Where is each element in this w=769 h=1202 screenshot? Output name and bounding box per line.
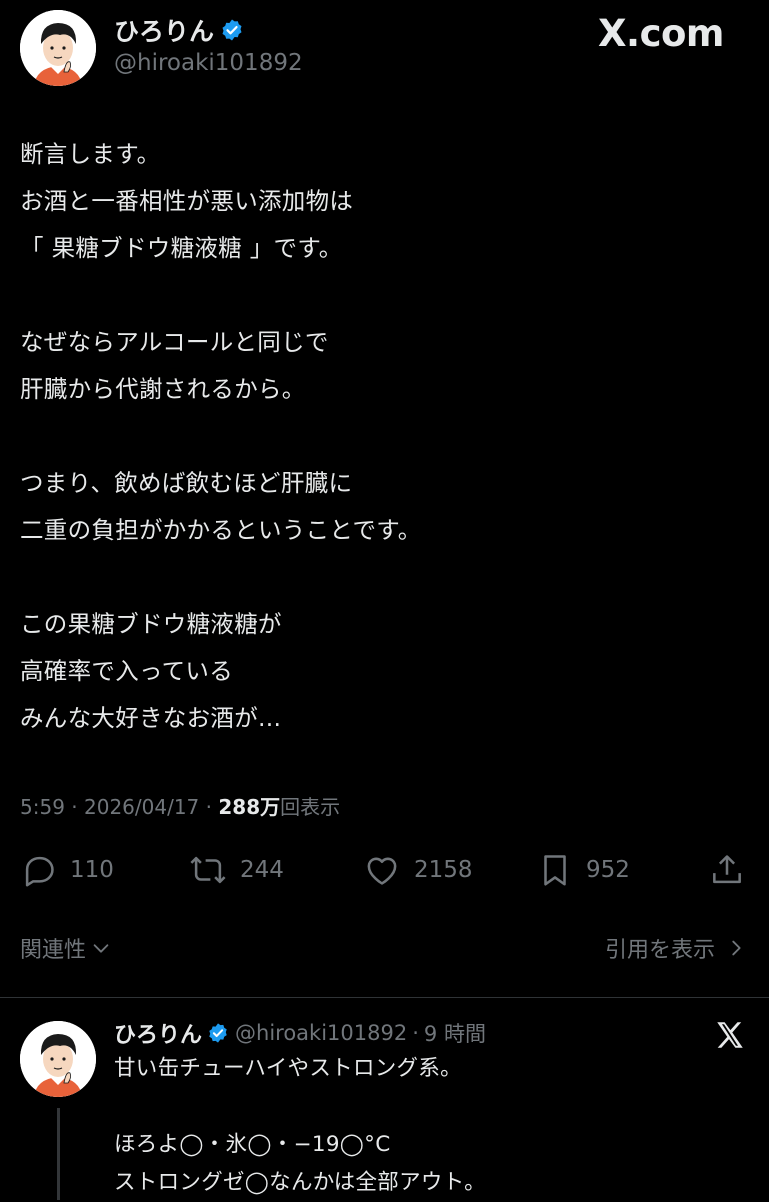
bookmark-count: 952 <box>586 857 630 883</box>
reply-time[interactable]: 9 時間 <box>424 1018 486 1048</box>
tweet-line: つまり、飲めば飲むほど肝臓に <box>20 469 353 497</box>
tweet-line: この果糖ブドウ糖液糖が <box>20 610 282 638</box>
x-logo-icon <box>712 1018 748 1056</box>
repost-icon <box>190 856 226 884</box>
thread-line <box>57 1108 60 1200</box>
like-icon <box>367 857 397 885</box>
like-count: 2158 <box>414 857 473 883</box>
tweet-line: ほろよ◯・氷◯・−19◯°C <box>114 1132 391 1157</box>
like-button[interactable]: 2158 <box>362 851 473 889</box>
views-label: 回表示 <box>280 795 341 819</box>
tweet-line: ストロングゼ◯なんかは全部アウト。 <box>114 1170 486 1195</box>
tweet-line: 断言します。 <box>20 140 161 168</box>
tweet-line: 高確率で入っている <box>20 657 234 685</box>
bookmark-icon <box>544 855 566 886</box>
tweet-line: みんな大好きなお酒が... <box>20 704 282 732</box>
tweet-line: 甘い缶チューハイやストロング系。 <box>114 1056 462 1081</box>
tweet-line: お酒と一番相性が悪い添加物は <box>20 187 354 215</box>
tweet-date[interactable]: 2026/04/17 <box>84 795 199 819</box>
chevron-right-icon <box>732 940 741 956</box>
author-display-name[interactable]: ひろりん <box>114 12 214 48</box>
repost-count: 244 <box>240 857 284 883</box>
reply-author-avatar[interactable] <box>20 1021 96 1097</box>
reply-button[interactable]: 110 <box>20 851 114 889</box>
chevron-down-icon <box>93 944 109 953</box>
views-count: 288万 <box>218 795 281 819</box>
tweet-line: なぜならアルコールと同じで <box>20 328 329 356</box>
author-name-row: ひろりん <box>114 12 244 48</box>
tweet-line <box>20 413 422 460</box>
reply-author-handle[interactable]: @hiroaki101892 <box>235 1021 407 1045</box>
view-quotes-label: 引用を表示 <box>604 938 715 963</box>
reply-avatar-illustration <box>20 1021 96 1097</box>
x-brand-text: X.com <box>598 12 725 55</box>
tweet-line <box>20 554 422 601</box>
reply-text: 甘い缶チューハイやストロング系。 ほろよ◯・氷◯・−19◯°C ストロングゼ◯なんか… <box>114 1050 486 1202</box>
reply-author-name[interactable]: ひろりん <box>114 1017 202 1049</box>
tweet-line <box>114 1088 486 1126</box>
tweet-meta: 5:59 · 2026/04/17 · 288万回表示 <box>20 795 341 819</box>
tweet-text: 断言します。お酒と一番相性が悪い添加物は「 果糖ブドウ糖液糖 」です。 なぜならア… <box>20 131 422 742</box>
author-avatar[interactable] <box>20 10 96 86</box>
reply-icon <box>25 856 54 887</box>
reply-count: 110 <box>70 857 114 883</box>
tweet-line: 二重の負担がかかるということです。 <box>20 516 422 544</box>
avatar-illustration <box>20 10 96 86</box>
verified-badge-icon <box>209 1023 227 1043</box>
tweet-line: 肝臓から代謝されるから。 <box>20 375 306 403</box>
bookmark-button[interactable]: 952 <box>536 851 630 889</box>
verified-badge-icon <box>222 19 242 41</box>
related-sort-dropdown[interactable]: 関連性 <box>20 932 112 964</box>
share-button[interactable] <box>708 851 746 889</box>
view-quotes-link[interactable]: 引用を表示 <box>605 932 747 964</box>
repost-button[interactable]: 244 <box>188 851 284 889</box>
tweet-time[interactable]: 5:59 <box>20 795 65 819</box>
related-label: 関連性 <box>20 938 87 963</box>
tweet-line: 「 果糖ブドウ糖液糖 」です。 <box>20 234 343 262</box>
tweet-line <box>20 272 422 319</box>
share-icon <box>713 855 741 884</box>
author-handle[interactable]: @hiroaki101892 <box>114 50 303 76</box>
section-divider <box>0 997 769 998</box>
x-brand-logo: X.com <box>598 12 725 55</box>
reply-header: ひろりん @hiroaki101892 · 9 時間 <box>114 1017 486 1049</box>
